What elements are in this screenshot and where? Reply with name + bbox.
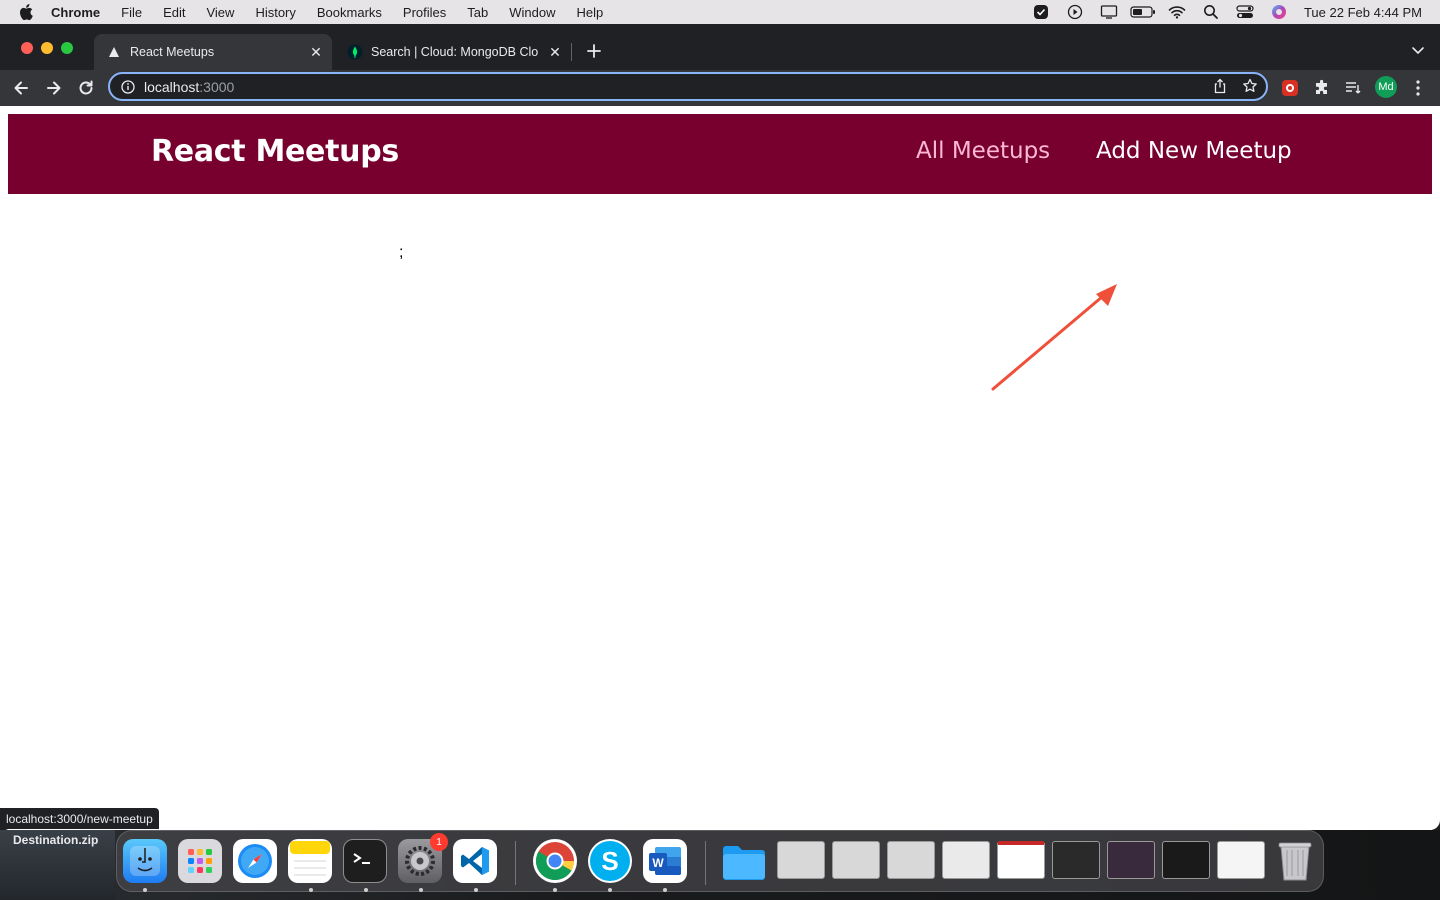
finder-icon[interactable] <box>123 839 167 883</box>
more-menu-icon[interactable] <box>1406 76 1430 100</box>
vscode-icon[interactable] <box>453 839 497 883</box>
nav-all-meetups-link[interactable]: All Meetups <box>916 138 1050 164</box>
tab-title: Search | Cloud: MongoDB Clou <box>371 45 539 59</box>
battery-icon[interactable] <box>1126 0 1160 24</box>
running-indicator <box>663 888 667 892</box>
zoom-window-button[interactable] <box>61 42 73 54</box>
annotation-arrow-icon <box>991 284 1117 391</box>
menu-window[interactable]: Window <box>509 5 555 20</box>
nav-add-new-meetup-link[interactable]: Add New Meetup <box>1096 138 1292 164</box>
launchpad-icon[interactable] <box>178 839 222 883</box>
address-bar[interactable]: localhost:3000 <box>108 72 1268 101</box>
menu-bookmarks[interactable]: Bookmarks <box>317 5 382 20</box>
forward-arrow-icon[interactable] <box>42 76 66 100</box>
extensions-puzzle-icon[interactable] <box>1310 76 1334 100</box>
tab-strip: React Meetups ✕ Search | Cloud: MongoDB … <box>0 24 1440 70</box>
checkmark-app-icon[interactable] <box>1024 0 1058 24</box>
skype-icon[interactable]: S <box>588 839 632 883</box>
tab-react-meetups[interactable]: React Meetups ✕ <box>94 34 332 70</box>
running-indicator <box>553 888 557 892</box>
tab-title: React Meetups <box>130 45 215 59</box>
app-header: React Meetups All Meetups Add New Meetup <box>8 114 1432 194</box>
triangle-favicon-icon <box>106 44 122 60</box>
svg-text:W: W <box>652 856 664 870</box>
macos-menubar: Chrome File Edit View History Bookmarks … <box>0 0 1440 24</box>
running-indicator <box>474 888 478 892</box>
notification-badge: 1 <box>430 833 448 851</box>
close-window-button[interactable] <box>21 42 33 54</box>
safari-compass-icon[interactable] <box>233 839 277 883</box>
site-logo: React Meetups <box>151 134 399 169</box>
minimized-window-thumbnail[interactable] <box>832 841 880 879</box>
running-indicator <box>364 888 368 892</box>
microsoft-word-icon[interactable]: W <box>643 839 687 883</box>
site-info-icon[interactable] <box>120 79 136 95</box>
minimized-window-thumbnail[interactable] <box>887 841 935 879</box>
bookmark-star-icon[interactable] <box>1242 78 1258 99</box>
display-icon[interactable] <box>1092 0 1126 24</box>
browser-toolbar: localhost:3000 Md <box>0 70 1440 106</box>
menubar-clock[interactable]: Tue 22 Feb 4:44 PM <box>1304 5 1422 20</box>
window-controls <box>21 42 73 54</box>
menu-help[interactable]: Help <box>577 5 604 20</box>
minimized-window-thumbnail[interactable] <box>1217 841 1265 879</box>
dock-separator <box>705 841 706 885</box>
stray-semicolon-text: ; <box>399 244 404 261</box>
menu-tab[interactable]: Tab <box>467 5 488 20</box>
wifi-icon[interactable] <box>1160 0 1194 24</box>
running-indicator <box>419 888 423 892</box>
reload-icon[interactable] <box>74 76 98 100</box>
trash-icon[interactable] <box>1273 839 1317 883</box>
tab-search-chevron-icon[interactable] <box>1410 42 1426 58</box>
menubar-status-area: Tue 22 Feb 4:44 PM <box>1024 0 1422 24</box>
minimize-window-button[interactable] <box>41 42 53 54</box>
menu-history[interactable]: History <box>255 5 295 20</box>
omnibox-actions <box>1212 78 1258 99</box>
minimized-window-thumbnail[interactable] <box>777 841 825 879</box>
link-status-bubble: localhost:3000/new-meetup <box>0 808 159 829</box>
minimized-window-thumbnail[interactable] <box>942 841 990 879</box>
running-indicator <box>309 888 313 892</box>
terminal-icon[interactable] <box>343 839 387 883</box>
downloads-folder-icon[interactable] <box>721 839 765 883</box>
dock-separator <box>515 841 516 885</box>
minimized-window-thumbnail[interactable] <box>1052 841 1100 879</box>
chrome-window: React Meetups ✕ Search | Cloud: MongoDB … <box>0 24 1440 830</box>
system-settings-gear-icon[interactable]: 1 <box>398 833 448 883</box>
menu-edit[interactable]: Edit <box>163 5 185 20</box>
tab-separator <box>571 43 572 61</box>
apple-menu-icon[interactable] <box>17 3 35 21</box>
chrome-icon[interactable] <box>533 839 577 883</box>
share-icon[interactable] <box>1212 78 1228 99</box>
menu-file[interactable]: File <box>121 5 142 20</box>
close-tab-icon[interactable]: ✕ <box>547 44 563 60</box>
control-center-icon[interactable] <box>1228 0 1262 24</box>
minimized-window-thumbnail[interactable] <box>997 841 1045 879</box>
profile-avatar[interactable]: Md <box>1375 76 1397 98</box>
siri-icon[interactable] <box>1262 0 1296 24</box>
notes-icon[interactable] <box>288 839 332 883</box>
back-arrow-icon[interactable] <box>9 76 33 100</box>
tab-mongodb[interactable]: Search | Cloud: MongoDB Clou ✕ <box>335 34 571 70</box>
play-circle-icon[interactable] <box>1058 0 1092 24</box>
page-viewport: React Meetups All Meetups Add New Meetup… <box>8 114 1432 830</box>
svg-text:S: S <box>601 846 618 876</box>
url-text[interactable]: localhost:3000 <box>144 79 234 95</box>
minimized-window-thumbnail[interactable] <box>1107 841 1155 879</box>
new-tab-plus-icon[interactable] <box>584 41 604 61</box>
running-indicator <box>143 888 147 892</box>
mongodb-leaf-icon <box>347 44 363 60</box>
extension-red-icon[interactable] <box>1278 76 1302 100</box>
menu-chrome[interactable]: Chrome <box>51 5 100 20</box>
reading-list-icon[interactable] <box>1341 76 1365 100</box>
running-indicator <box>608 888 612 892</box>
desktop-file-label[interactable]: Destination.zip <box>13 833 98 847</box>
close-tab-icon[interactable]: ✕ <box>308 44 324 60</box>
menu-profiles[interactable]: Profiles <box>403 5 446 20</box>
minimized-window-thumbnail[interactable] <box>1162 841 1210 879</box>
macos-dock: 1 S W <box>116 830 1324 892</box>
menu-view[interactable]: View <box>206 5 234 20</box>
spotlight-search-icon[interactable] <box>1194 0 1228 24</box>
